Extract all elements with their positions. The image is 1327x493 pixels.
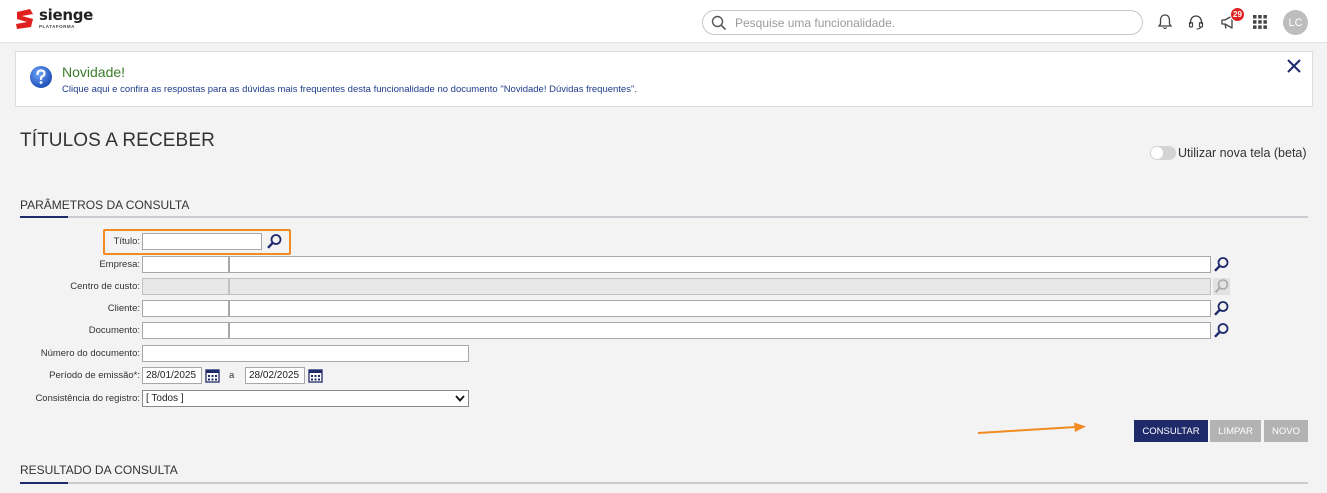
consistencia-select[interactable]: [ Todos ] [142,390,469,407]
documento-code-input[interactable] [142,322,229,339]
documento-lookup-icon[interactable] [1213,322,1230,339]
periodo-inicio-input[interactable] [142,367,202,384]
chevron-down-icon [455,395,465,402]
centro-custo-label: Centro de custo: [70,281,140,292]
cliente-name-input[interactable] [229,300,1211,317]
consistencia-value: [ Todos ] [146,393,184,404]
periodo-emissao-label: Período de emissão*: [49,370,140,381]
page-title: TÍTULOS A RECEBER [20,130,215,151]
consultar-button[interactable]: CONSULTAR [1134,420,1208,442]
apps-grid-icon[interactable] [1251,13,1269,31]
limpar-button[interactable]: LIMPAR [1210,420,1261,442]
cliente-lookup-icon[interactable] [1213,300,1230,317]
periodo-separator: a [229,370,235,381]
calendar-icon[interactable] [308,368,323,383]
centro-custo-lookup-icon [1213,278,1230,295]
help-question-icon [30,66,52,88]
periodo-fim-input[interactable] [245,367,305,384]
notice-link[interactable]: Clique aqui e confira as respostas para … [62,84,637,95]
results-section-rule [20,482,1308,484]
bell-icon[interactable] [1156,13,1174,31]
brand-name: sienge [39,6,94,24]
search-input[interactable] [735,14,1135,31]
logo-text: sienge PLATAFORMA [39,6,94,30]
numero-documento-label: Número do documento: [40,348,140,359]
news-notice: Novidade! Clique aqui e confira as respo… [15,51,1313,107]
notifications-badge: 29 [1230,7,1245,22]
search-icon [711,15,727,31]
top-bar: sienge PLATAFORMA 29 LC [0,0,1327,43]
empresa-name-input[interactable] [229,256,1211,273]
user-avatar[interactable]: LC [1283,10,1308,35]
empresa-lookup-icon[interactable] [1213,256,1230,273]
toggle-switch[interactable] [1150,146,1176,160]
empresa-label: Empresa: [99,259,140,270]
titulo-highlight [103,229,291,255]
annotation-arrow-icon [977,422,1086,434]
notice-title: Novidade! [62,64,126,80]
global-search[interactable] [702,10,1143,35]
toggle-knob [1151,147,1163,159]
brand-subtitle: PLATAFORMA [39,24,75,29]
toggle-label: Utilizar nova tela (beta) [1178,146,1307,160]
close-icon[interactable] [1286,58,1302,74]
sienge-logo[interactable]: sienge PLATAFORMA [14,8,93,34]
cliente-label: Cliente: [107,303,140,314]
documento-name-input[interactable] [229,322,1211,339]
calendar-icon[interactable] [205,368,220,383]
cliente-code-input[interactable] [142,300,229,317]
novo-button[interactable]: NOVO [1264,420,1308,442]
documento-label: Documento: [88,325,140,336]
new-screen-toggle[interactable]: Utilizar nova tela (beta) [1150,146,1307,160]
numero-documento-input[interactable] [142,345,469,362]
empresa-code-input[interactable] [142,256,229,273]
params-section-rule [20,216,1308,218]
centro-custo-code-input [142,278,229,295]
params-section-title: PARÂMETROS DA CONSULTA [20,198,190,212]
headset-icon[interactable] [1187,13,1205,31]
consistencia-label: Consistência do registro: [35,393,140,404]
centro-custo-name-input [229,278,1211,295]
sienge-logo-mark [16,9,33,29]
results-section-title: RESULTADO DA CONSULTA [20,463,178,477]
